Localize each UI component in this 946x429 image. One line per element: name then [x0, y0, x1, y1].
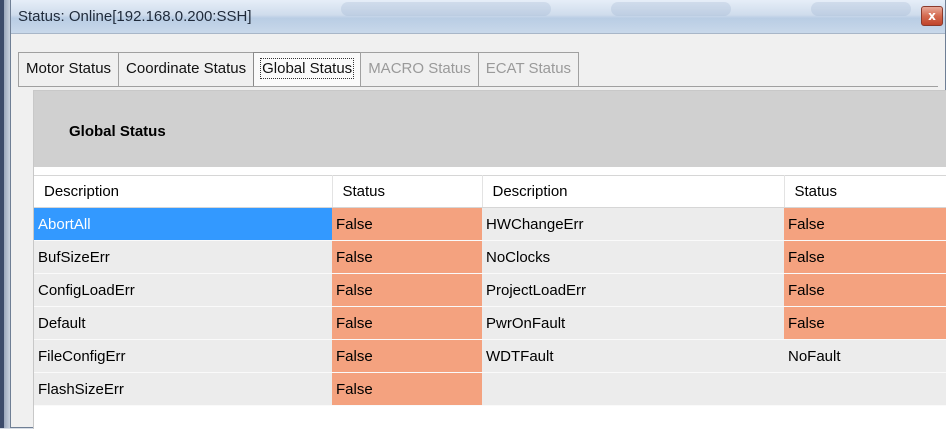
cell-status[interactable]: False: [332, 207, 482, 241]
tab-motor-status[interactable]: Motor Status: [18, 52, 120, 86]
column-header-description[interactable]: Description: [34, 175, 333, 208]
cell-status[interactable]: False: [784, 273, 946, 307]
table-row[interactable]: Default False PwrOnFault False: [34, 306, 946, 340]
background-window-edge: [0, 0, 10, 428]
cell-status[interactable]: False: [332, 273, 482, 307]
status-window: Status: Online[192.168.0.200:SSH] x Moto…: [10, 0, 946, 429]
cell-description[interactable]: AbortAll: [34, 207, 332, 241]
table-header-row: Description Status Description Status: [34, 175, 946, 208]
cell-description[interactable]: PwrOnFault: [482, 306, 784, 340]
table-row[interactable]: AbortAll False HWChangeErr False: [34, 207, 946, 241]
cell-status[interactable]: False: [784, 240, 946, 274]
cell-status[interactable]: False: [332, 372, 482, 406]
cell-description[interactable]: WDTFault: [482, 339, 784, 373]
cell-description[interactable]: FileConfigErr: [34, 339, 332, 373]
cell-status[interactable]: False: [332, 240, 482, 274]
global-status-panel: Global Status Description Status Descrip…: [33, 90, 946, 429]
tab-macro-status[interactable]: MACRO Status: [360, 52, 479, 86]
cell-status[interactable]: False: [784, 207, 946, 241]
cell-description[interactable]: FlashSizeErr: [34, 372, 332, 406]
cell-status[interactable]: [784, 372, 946, 406]
window-title: Status: Online[192.168.0.200:SSH]: [18, 8, 252, 25]
table-row[interactable]: FlashSizeErr False: [34, 372, 946, 406]
panel-title: Global Status: [69, 123, 166, 140]
close-button[interactable]: x: [921, 6, 943, 26]
tab-divider: [18, 86, 938, 87]
cell-description[interactable]: BufSizeErr: [34, 240, 332, 274]
title-bar[interactable]: Status: Online[192.168.0.200:SSH] x: [11, 0, 945, 34]
tab-ecat-status[interactable]: ECAT Status: [477, 52, 580, 86]
cell-status[interactable]: False: [332, 306, 482, 340]
cell-status[interactable]: False: [784, 306, 946, 340]
column-header-description[interactable]: Description: [482, 175, 785, 208]
table-row[interactable]: FileConfigErr False WDTFault NoFault: [34, 339, 946, 373]
global-status-table: Description Status Description Status Ab…: [34, 175, 946, 406]
tab-coordinate-status[interactable]: Coordinate Status: [118, 52, 255, 86]
title-bar-glare: [341, 2, 551, 16]
title-bar-glare: [811, 2, 911, 16]
cell-description[interactable]: ConfigLoadErr: [34, 273, 332, 307]
cell-description[interactable]: [482, 372, 784, 406]
cell-status[interactable]: NoFault: [784, 339, 946, 373]
panel-header: Global Status: [34, 91, 946, 167]
cell-description[interactable]: HWChangeErr: [482, 207, 784, 241]
column-header-status[interactable]: Status: [332, 175, 483, 208]
close-icon: x: [928, 9, 936, 23]
tab-global-status[interactable]: Global Status: [253, 52, 362, 86]
table-row[interactable]: ConfigLoadErr False ProjectLoadErr False: [34, 273, 946, 307]
title-bar-glare: [611, 2, 731, 16]
column-header-status[interactable]: Status: [784, 175, 946, 208]
cell-status[interactable]: False: [332, 339, 482, 373]
table-row[interactable]: BufSizeErr False NoClocks False: [34, 240, 946, 274]
cell-description[interactable]: Default: [34, 306, 332, 340]
cell-description[interactable]: NoClocks: [482, 240, 784, 274]
tab-bar: Motor Status Coordinate Status Global St…: [18, 52, 580, 86]
cell-description[interactable]: ProjectLoadErr: [482, 273, 784, 307]
